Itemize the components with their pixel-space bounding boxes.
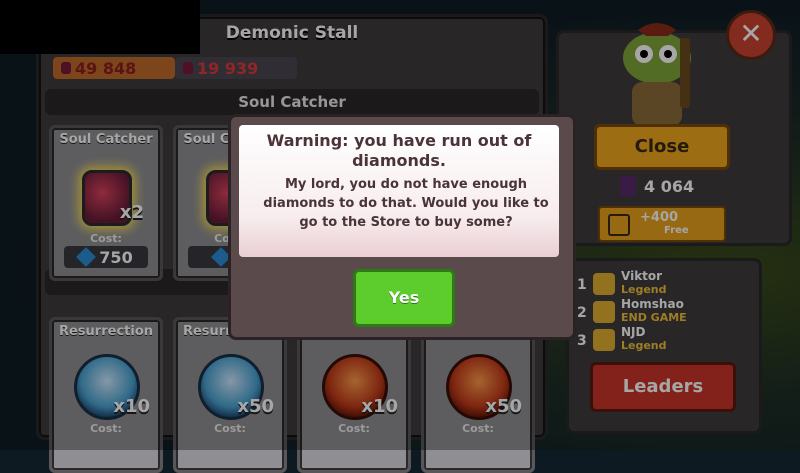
dialog-title: Warning: you have run out of diamonds. bbox=[266, 131, 532, 170]
yes-button[interactable]: Yes bbox=[353, 269, 455, 327]
redaction-box bbox=[0, 0, 200, 54]
dialog-message: My lord, you do not have enough diamonds… bbox=[263, 177, 549, 230]
warning-dialog: Warning: you have run out of diamonds. M… bbox=[228, 114, 576, 340]
dialog-body: Warning: you have run out of diamonds. M… bbox=[239, 125, 559, 257]
